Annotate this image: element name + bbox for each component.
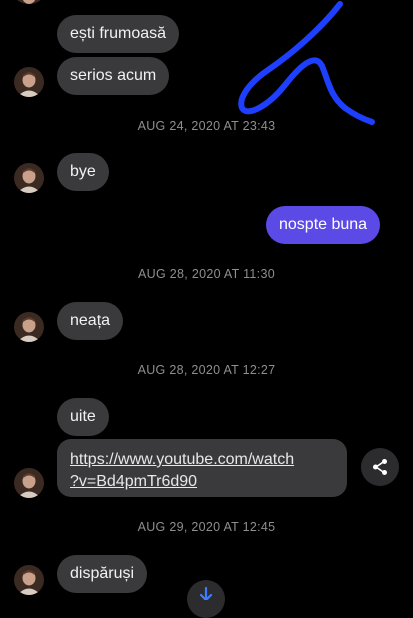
avatar[interactable]	[14, 312, 44, 342]
message-bubble-incoming[interactable]: ești frumoasă	[57, 15, 180, 53]
avatar-photo	[14, 67, 44, 97]
message-bubble-outgoing[interactable]: nospte buna	[266, 206, 381, 244]
avatar-photo	[14, 0, 44, 4]
share-button[interactable]	[361, 448, 399, 486]
message-bubble-incoming[interactable]: uite	[57, 398, 109, 436]
link-message-bubble[interactable]: https://www.youtube.com/watch ?v=Bd4pmTr…	[57, 439, 347, 497]
share-icon	[373, 459, 387, 475]
avatar-photo	[14, 565, 44, 595]
avatar-photo	[14, 468, 44, 498]
link-line-1[interactable]: https://www.youtube.com/watch	[70, 449, 334, 471]
message-bubble-incoming[interactable]: bye	[57, 153, 109, 191]
link-line-2[interactable]: ?v=Bd4pmTr6d90	[70, 471, 334, 493]
handwritten-scribble	[238, 1, 375, 125]
timestamp: AUG 28, 2020 AT 12:27	[137, 363, 276, 377]
avatar[interactable]	[14, 0, 44, 4]
avatar-photo	[14, 312, 44, 342]
message-bubble-incoming[interactable]: serios acum	[57, 57, 170, 95]
scroll-to-bottom-button[interactable]	[187, 580, 225, 618]
timestamp: AUG 29, 2020 AT 12:45	[137, 520, 276, 534]
arrow-down-icon	[199, 586, 213, 602]
avatar[interactable]	[14, 565, 44, 595]
timestamp: AUG 28, 2020 AT 11:30	[138, 267, 275, 281]
message-bubble-incoming[interactable]: neața	[57, 302, 124, 340]
avatar[interactable]	[14, 67, 44, 97]
avatar[interactable]	[14, 468, 44, 498]
avatar[interactable]	[14, 163, 44, 193]
message-bubble-incoming[interactable]: dispăruși	[57, 555, 148, 593]
timestamp: AUG 24, 2020 AT 23:43	[137, 119, 276, 133]
avatar-photo	[14, 163, 44, 193]
